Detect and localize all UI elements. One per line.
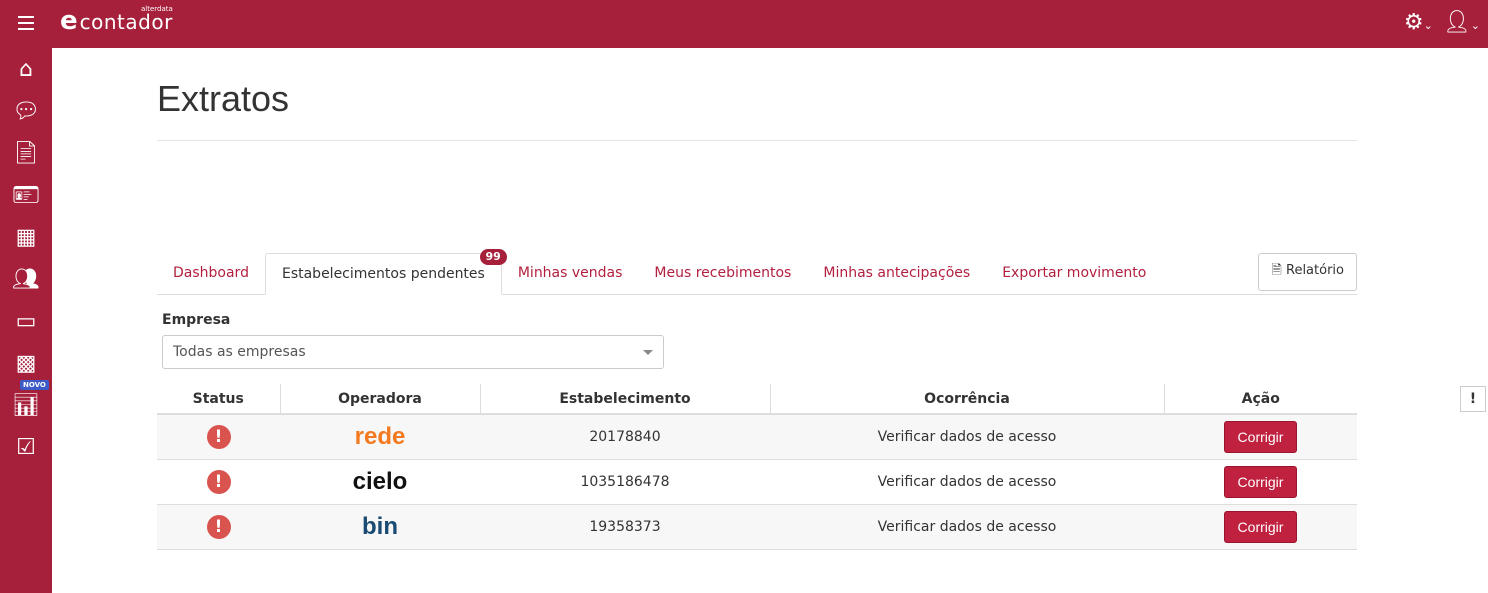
header-ocorrencia: Ocorrência: [769, 384, 1164, 415]
file-icon: 🗎: [1271, 263, 1286, 278]
users-icon[interactable]: 👥︎: [12, 266, 40, 294]
header-operadora: Operadora: [279, 384, 480, 415]
empresa-select[interactable]: Todas as empresas: [162, 335, 664, 369]
estabelecimento-cell: 1035186478: [480, 459, 770, 505]
settings-icon[interactable]: ⚙⌄: [1404, 10, 1433, 35]
logo-subtext: alterdata: [141, 5, 173, 13]
tab-dashboard[interactable]: Dashboard: [157, 253, 265, 294]
corrigir-button[interactable]: Corrigir: [1223, 465, 1298, 498]
report-label: Relatório: [1286, 263, 1344, 278]
tab-label: Estabelecimentos pendentes: [281, 266, 485, 282]
divider: [157, 140, 1357, 141]
page-title: Extratos: [157, 78, 290, 119]
tab-estabelecimentos-pendentes[interactable]: Estabelecimentos pendentes 99: [264, 249, 507, 295]
bin-logo: bin: [362, 512, 398, 540]
warning-icon: !: [206, 424, 231, 449]
empresa-value: Todas as empresas: [173, 344, 306, 360]
ocorrencia-cell: Verificar dados de acesso: [770, 414, 1164, 460]
pending-table: Status Operadora Estabelecimento Ocorrên…: [157, 384, 1357, 550]
ocorrencia-cell: Verificar dados de acesso: [770, 504, 1164, 550]
ocorrencia-cell: Verificar dados de acesso: [770, 459, 1164, 505]
rede-logo: rede: [354, 422, 406, 450]
tabs: Dashboard Estabelecimentos pendentes 99 M…: [157, 249, 1357, 295]
menu-icon[interactable]: [18, 16, 34, 34]
estabelecimento-cell: 20178840: [480, 414, 770, 460]
chat-icon[interactable]: 💬︎: [12, 98, 40, 126]
logo-text: contador: [79, 10, 173, 34]
logo-letter: e: [60, 6, 78, 36]
empresa-label: Empresa: [162, 312, 231, 328]
table-header: Status Operadora Estabelecimento Ocorrên…: [157, 384, 1357, 415]
document-icon[interactable]: 📄︎: [12, 140, 40, 168]
warning-icon: !: [206, 514, 231, 539]
bar-chart-icon[interactable]: 📊︎: [12, 392, 40, 420]
logo[interactable]: e contador alterdata: [60, 5, 173, 36]
tab-meus-recebimentos[interactable]: Meus recebimentos: [638, 253, 807, 294]
chevron-down-icon: [643, 350, 653, 360]
feedback-icon[interactable]: !: [1460, 386, 1486, 412]
warning-icon: !: [206, 469, 231, 494]
header-acao: Ação: [1163, 384, 1357, 415]
user-icon[interactable]: 👤︎⌄: [1443, 10, 1480, 35]
corrigir-button[interactable]: Corrigir: [1223, 420, 1298, 453]
table-row: ! cielo 1035186478 Verificar dados de ac…: [157, 459, 1357, 505]
sidebar: ⌂ 💬︎ 📄︎ 🪪︎ ▦ 👥︎ ▭ ▩ NOVO 📊︎ ☑: [0, 48, 52, 593]
checkbox-icon[interactable]: ☑: [12, 434, 40, 462]
top-bar: e contador alterdata ⚙⌄ 👤︎⌄: [0, 0, 1488, 48]
header-estabelecimento: Estabelecimento: [479, 384, 770, 415]
header-status: Status: [157, 384, 280, 415]
contact-card-icon[interactable]: 🪪︎: [12, 182, 40, 210]
tab-exportar-movimento[interactable]: Exportar movimento: [986, 253, 1162, 294]
calculator-icon[interactable]: ▩: [12, 350, 40, 378]
tab-minhas-vendas[interactable]: Minhas vendas: [502, 253, 639, 294]
cielo-logo: cielo: [352, 467, 408, 495]
home-icon[interactable]: ⌂: [12, 56, 40, 84]
tab-minhas-antecipacoes[interactable]: Minhas antecipações: [807, 253, 986, 294]
estabelecimento-cell: 19358373: [480, 504, 770, 550]
report-button[interactable]: 🗎 Relatório: [1258, 253, 1357, 291]
credit-card-icon[interactable]: ▭: [12, 308, 40, 336]
corrigir-button[interactable]: Corrigir: [1223, 510, 1298, 543]
table-row: ! rede 20178840 Verificar dados de acess…: [157, 414, 1357, 460]
table-row: ! bin 19358373 Verificar dados de acesso…: [157, 504, 1357, 550]
novo-badge: NOVO: [20, 380, 49, 390]
building-icon[interactable]: ▦: [12, 224, 40, 252]
